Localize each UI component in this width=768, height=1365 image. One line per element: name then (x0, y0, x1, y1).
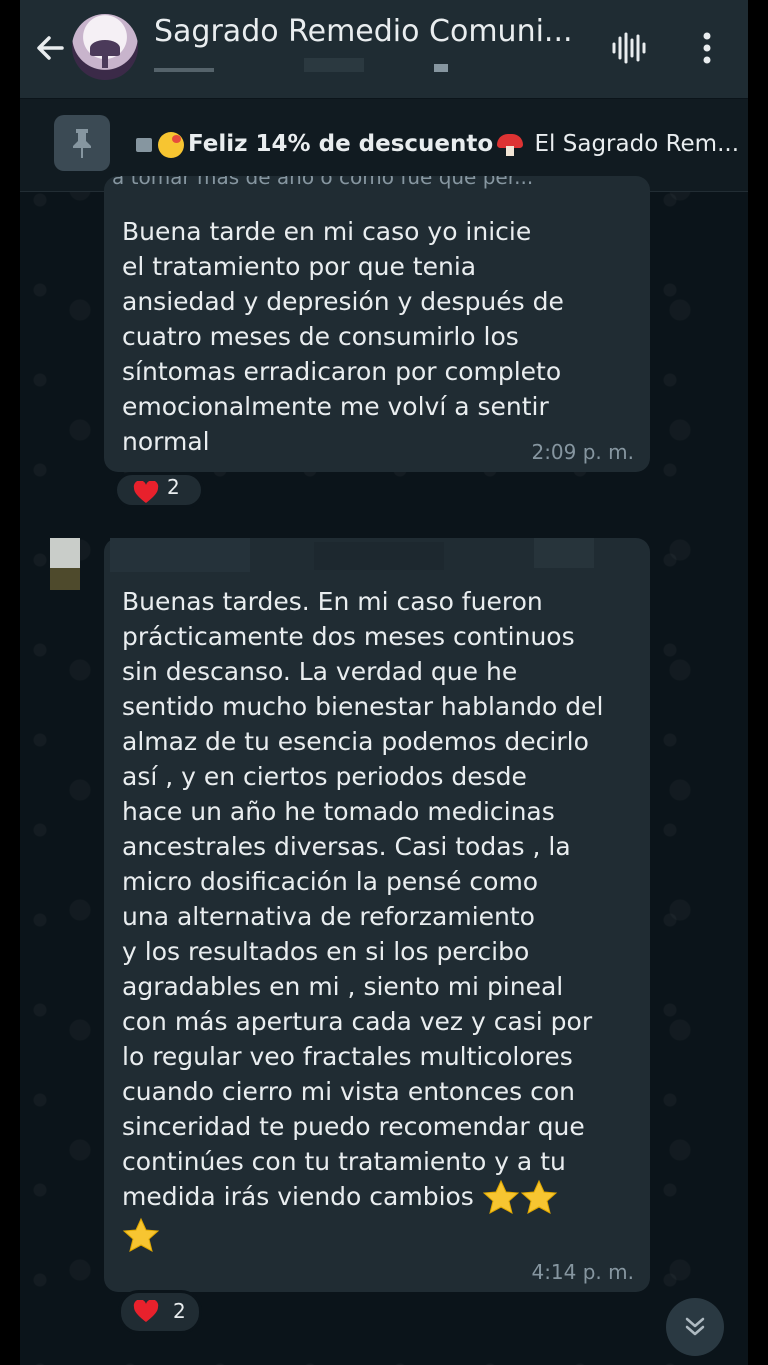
star-icon (482, 1179, 519, 1214)
chat-screen: Sagrado Remedio Comuni... Feliz 14% de d… (20, 0, 748, 1365)
scroll-to-bottom-button[interactable] (666, 1298, 724, 1356)
message-last-line: medida irás viendo cambios (122, 1182, 482, 1211)
chevron-double-down-icon (685, 1317, 705, 1336)
pin-icon (73, 129, 91, 158)
pinned-bold-text: Feliz 14% de descuento (188, 131, 494, 157)
pinned-message-preview[interactable]: Feliz 14% de descuento El Sagrado Rem... (136, 131, 739, 158)
reaction-badge[interactable]: 2 (118, 1290, 202, 1334)
kebab-menu-icon[interactable] (696, 30, 718, 66)
back-arrow-icon[interactable] (32, 30, 68, 66)
message-time: 2:09 p. m. (531, 440, 634, 464)
sender-name-redacted (104, 538, 650, 578)
smiling-face-hearts-icon (158, 131, 184, 158)
message-text: Buena tarde en mi caso yo inicie el trat… (122, 217, 564, 456)
image-icon (136, 137, 152, 152)
reaction-count: 2 (173, 1299, 186, 1323)
star-icon (520, 1179, 557, 1214)
chat-header: Sagrado Remedio Comuni... (20, 0, 748, 98)
chat-subtitle-redacted (154, 58, 474, 78)
message-time: 4:14 p. m. (531, 1260, 634, 1284)
chat-title[interactable]: Sagrado Remedio Comuni... (154, 14, 584, 49)
reaction-count: 2 (167, 475, 180, 499)
mushroom-icon (497, 133, 524, 156)
star-icon (122, 1217, 160, 1252)
reaction-badge[interactable]: 2 (114, 472, 204, 508)
heart-icon (133, 1300, 159, 1322)
pinned-rest-text: El Sagrado Rem... (527, 131, 740, 157)
pin-button[interactable] (54, 115, 110, 171)
message-bubble[interactable]: Buenas tardes. En mi caso fueron práctic… (104, 538, 650, 1292)
voice-call-icon[interactable] (610, 30, 648, 66)
group-avatar[interactable] (72, 14, 138, 80)
heart-icon (133, 481, 159, 503)
sender-avatar[interactable] (50, 538, 80, 590)
message-bubble[interactable]: a tomar más de año o como fue que per...… (104, 176, 650, 472)
message-text: Buenas tardes. En mi caso fueron práctic… (122, 584, 642, 1255)
quoted-message-cut: a tomar más de año o como fue que per... (112, 176, 534, 189)
